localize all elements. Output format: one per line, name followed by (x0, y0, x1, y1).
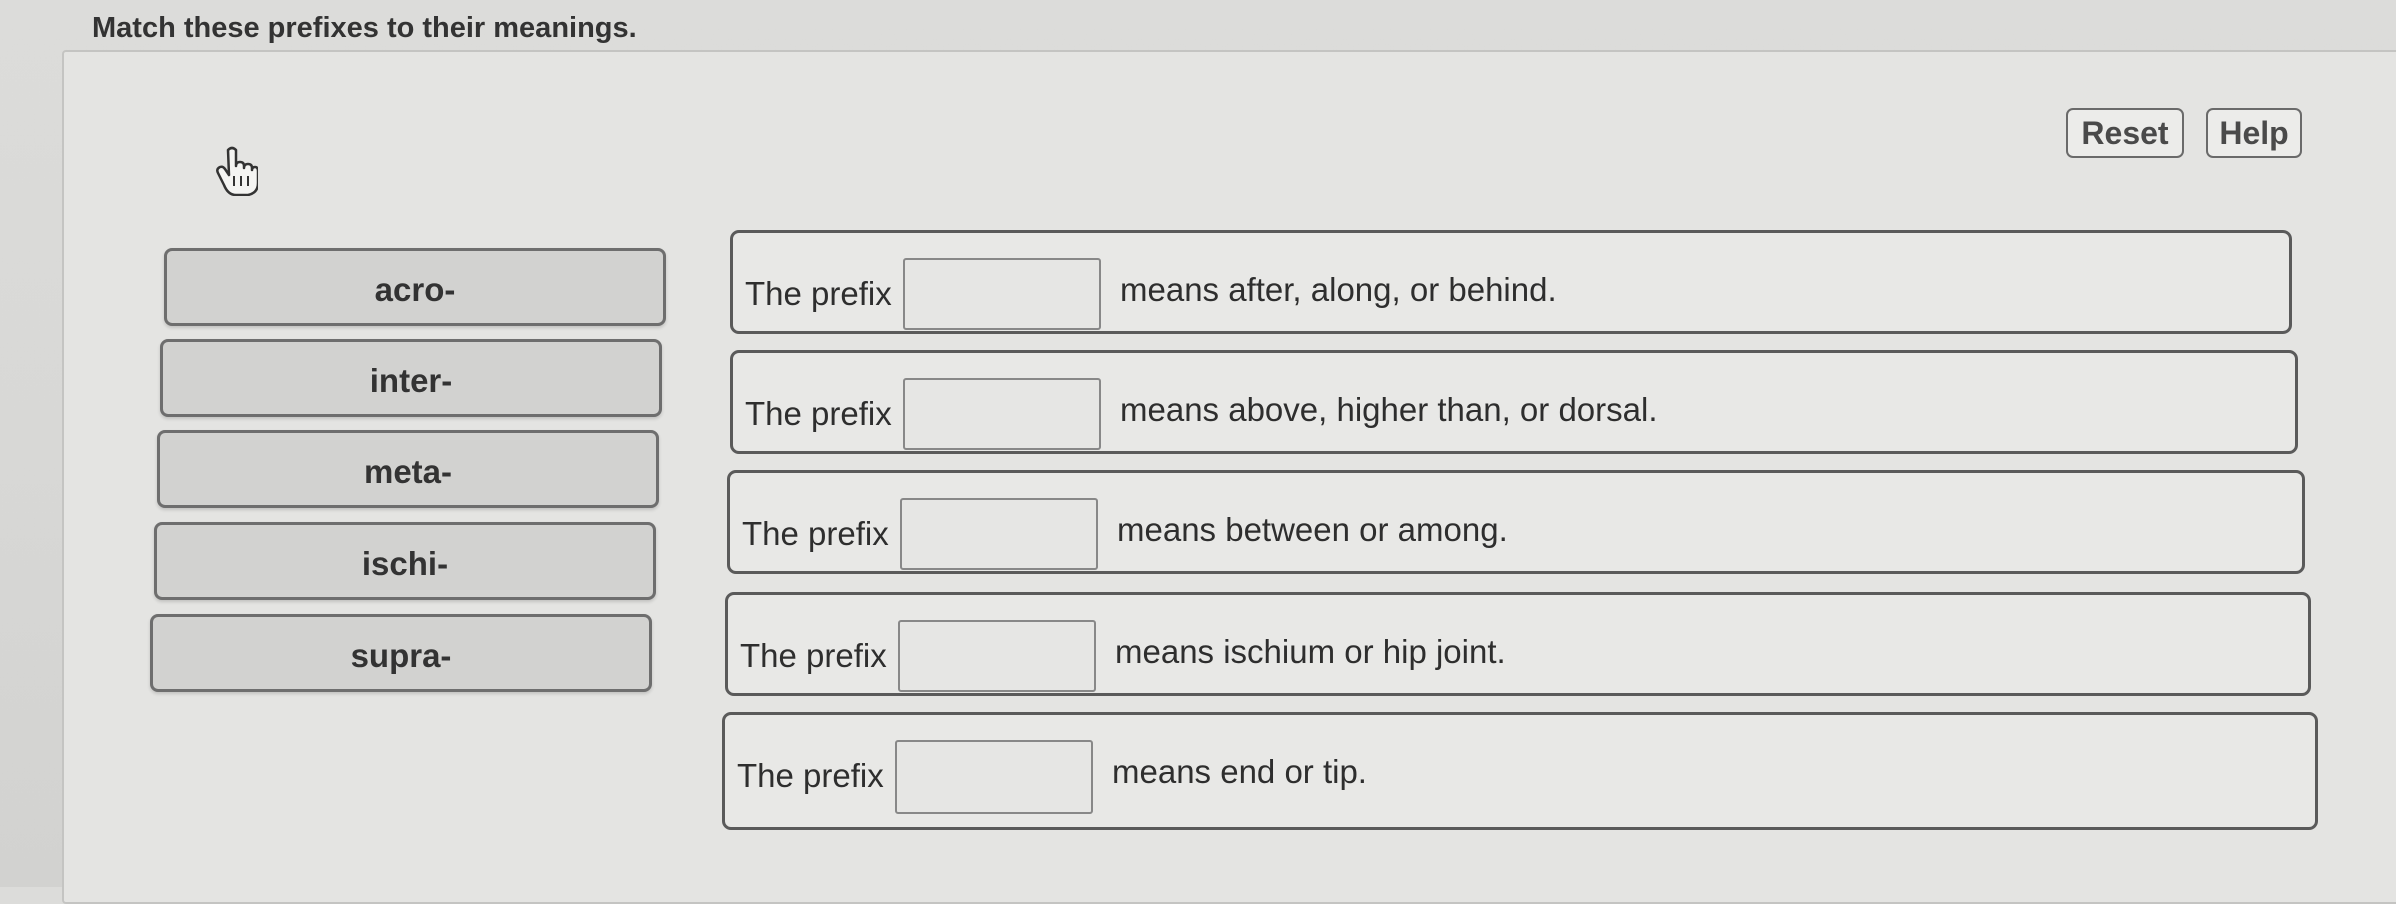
row-meaning-text: means end or tip. (1112, 753, 1367, 790)
drop-target[interactable] (903, 258, 1101, 330)
row-lead-text: The prefix (745, 395, 892, 432)
row-lead-text: The prefix (737, 757, 884, 794)
match-row: The prefix means above, higher than, or … (730, 350, 2298, 454)
question-title: Match these prefixes to their meanings. (92, 12, 637, 44)
row-lead-text: The prefix (742, 515, 889, 552)
match-row: The prefix means after, along, or behind… (730, 230, 2292, 334)
row-meaning-text: means ischium or hip joint. (1115, 633, 1506, 670)
row-lead-text: The prefix (745, 275, 892, 312)
reset-button[interactable]: Reset (2066, 108, 2184, 158)
row-meaning-text: means above, higher than, or dorsal. (1120, 391, 1658, 428)
drop-target[interactable] (903, 378, 1101, 450)
help-button[interactable]: Help (2206, 108, 2302, 158)
drop-target[interactable] (898, 620, 1096, 692)
drop-target[interactable] (900, 498, 1098, 570)
row-lead-text: The prefix (740, 637, 887, 674)
drop-target[interactable] (895, 740, 1093, 814)
prefix-chip-supra[interactable]: supra- (150, 614, 652, 692)
match-row: The prefix means end or tip. (722, 712, 2318, 830)
prefix-chip-acro[interactable]: acro- (164, 248, 666, 326)
hand-pointer-icon (216, 146, 258, 196)
match-row: The prefix means between or among. (727, 470, 2305, 574)
row-meaning-text: means between or among. (1117, 511, 1508, 548)
row-meaning-text: means after, along, or behind. (1120, 271, 1557, 308)
prefix-chip-ischi[interactable]: ischi- (154, 522, 656, 600)
prefix-chip-meta[interactable]: meta- (157, 430, 659, 508)
match-row: The prefix means ischium or hip joint. (725, 592, 2311, 696)
prefix-chip-inter[interactable]: inter- (160, 339, 662, 417)
